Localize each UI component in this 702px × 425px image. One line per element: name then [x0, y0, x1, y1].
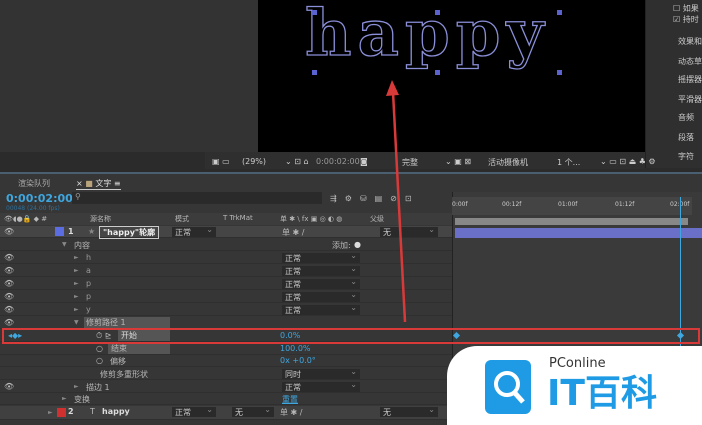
logo-mark [485, 360, 531, 414]
watermark-logo: PConline IT百科 [447, 346, 702, 425]
logo-name: IT百科 [547, 373, 657, 414]
logo-brand: PConline [549, 356, 606, 371]
